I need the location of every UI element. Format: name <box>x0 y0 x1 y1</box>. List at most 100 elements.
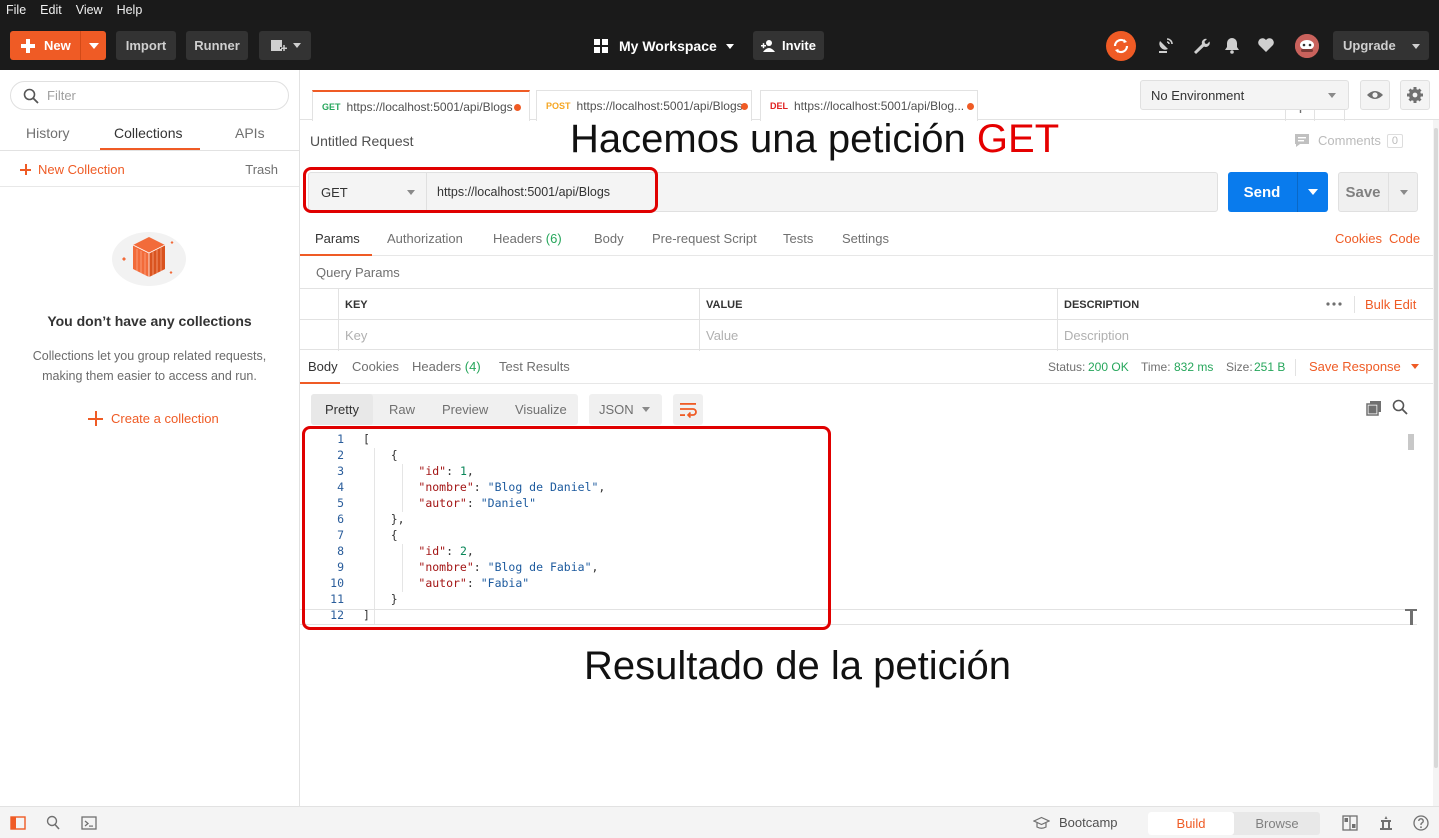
time-value[interactable]: 832 ms <box>1174 360 1213 374</box>
tab-response-cookies[interactable]: Cookies <box>352 359 399 374</box>
save-label: Save <box>1345 183 1381 201</box>
send-dropdown-button[interactable] <box>1297 172 1328 212</box>
manage-environments-button[interactable] <box>1400 80 1430 110</box>
method-badge: DEL <box>770 101 788 111</box>
menu-edit[interactable]: Edit <box>40 3 62 17</box>
chevron-down-icon <box>1308 189 1318 195</box>
format-select[interactable]: JSON <box>589 394 662 425</box>
new-collection-button[interactable]: New Collection <box>20 162 125 177</box>
plus-icon <box>88 411 103 426</box>
search-icon[interactable] <box>1392 399 1408 415</box>
description-input[interactable]: Description <box>1057 320 1433 351</box>
value-input[interactable]: Value <box>699 320 1058 351</box>
build-mode-button[interactable]: Build <box>1148 812 1234 835</box>
view-visualize[interactable]: Visualize <box>515 402 567 417</box>
avatar[interactable] <box>1295 34 1319 58</box>
unsaved-dot-icon <box>967 103 974 110</box>
tab-history[interactable]: History <box>26 125 70 141</box>
two-pane-icon[interactable] <box>1342 815 1358 831</box>
filter-input[interactable]: Filter <box>10 81 289 110</box>
chevron-down-icon <box>1412 44 1420 49</box>
search-icon <box>23 88 39 104</box>
wrap-lines-button[interactable] <box>673 394 703 425</box>
view-preview[interactable]: Preview <box>442 402 488 417</box>
request-title[interactable]: Untitled Request <box>310 133 414 149</box>
tab-authorization[interactable]: Authorization <box>387 231 463 246</box>
tab-settings[interactable]: Settings <box>842 231 889 246</box>
menu-file[interactable]: File <box>6 3 26 17</box>
status-bar: Bootcamp Build Browse <box>0 806 1439 838</box>
create-collection-link[interactable]: Create a collection <box>88 411 219 426</box>
comments-button[interactable]: Comments 0 <box>1294 133 1403 148</box>
sidebar-toggle-icon[interactable] <box>10 815 26 831</box>
status-label: Status: <box>1048 360 1086 374</box>
save-response-button[interactable]: Save Response <box>1309 359 1419 374</box>
environment-quick-look-button[interactable] <box>1360 80 1390 110</box>
tab-test-results[interactable]: Test Results <box>499 359 570 374</box>
sync-icon[interactable] <box>1106 31 1136 61</box>
cookies-link[interactable]: Cookies <box>1335 231 1382 246</box>
keyboard-shortcuts-icon[interactable] <box>1378 815 1394 831</box>
satellite-icon[interactable] <box>1156 35 1176 55</box>
request-tab[interactable]: GET https://localhost:5001/api/Blogs <box>312 90 530 121</box>
wrench-icon[interactable] <box>1191 35 1211 55</box>
upgrade-label: Upgrade <box>1343 38 1396 53</box>
save-response-label: Save Response <box>1309 359 1401 374</box>
tab-params[interactable]: Params <box>315 231 360 246</box>
copy-icon[interactable] <box>1366 400 1382 416</box>
status-value[interactable]: 200 OK <box>1088 360 1129 374</box>
help-icon[interactable] <box>1413 815 1429 831</box>
new-button[interactable]: New <box>10 31 106 60</box>
chevron-down-icon <box>88 42 99 49</box>
new-dropdown-button[interactable] <box>80 31 106 60</box>
tab-headers[interactable]: Headers (6) <box>493 231 562 246</box>
view-pretty[interactable]: Pretty <box>325 402 359 417</box>
sidebar: Filter History Collections APIs New Coll… <box>0 70 300 806</box>
format-value: JSON <box>599 402 634 417</box>
time-label: Time: <box>1141 360 1171 374</box>
bulk-edit-link[interactable]: Bulk Edit <box>1365 297 1416 312</box>
tab-apis[interactable]: APIs <box>235 125 265 141</box>
divider <box>1295 359 1296 376</box>
runner-button[interactable]: Runner <box>186 31 248 60</box>
comments-label: Comments <box>1318 133 1381 148</box>
add-user-icon <box>761 39 776 52</box>
active-tab-indicator <box>300 254 372 256</box>
upgrade-button[interactable]: Upgrade <box>1333 31 1429 60</box>
bootcamp-link[interactable]: Bootcamp <box>1033 815 1118 830</box>
bell-icon[interactable] <box>1222 35 1242 55</box>
scrollbar-thumb[interactable] <box>1434 128 1438 768</box>
new-window-button[interactable] <box>259 31 311 60</box>
save-button[interactable]: Save <box>1338 172 1418 212</box>
menu-help[interactable]: Help <box>117 3 143 17</box>
code-link[interactable]: Code <box>1389 231 1420 246</box>
scrollbar-thumb[interactable] <box>1408 434 1414 450</box>
chevron-down-icon <box>1328 93 1336 98</box>
tab-response-headers[interactable]: Headers (4) <box>412 359 481 374</box>
invite-button[interactable]: Invite <box>753 31 824 60</box>
tab-collections[interactable]: Collections <box>114 125 182 141</box>
send-button[interactable]: Send <box>1228 172 1328 212</box>
response-tabs: Body Cookies Headers (4) Test Results St… <box>300 350 1433 384</box>
collection-box-icon <box>112 232 186 286</box>
view-raw[interactable]: Raw <box>389 402 415 417</box>
save-dropdown-button[interactable] <box>1388 173 1418 211</box>
heart-icon[interactable] <box>1256 35 1276 55</box>
comment-icon <box>1295 134 1309 147</box>
main-scrollbar[interactable] <box>1433 120 1439 806</box>
find-icon[interactable] <box>45 815 61 831</box>
import-button[interactable]: Import <box>116 31 176 60</box>
tab-response-body[interactable]: Body <box>308 359 338 374</box>
console-icon[interactable] <box>81 815 97 831</box>
key-input[interactable]: Key <box>338 320 699 351</box>
environment-selector[interactable]: No Environment <box>1140 80 1349 110</box>
tab-body[interactable]: Body <box>594 231 624 246</box>
menu-view[interactable]: View <box>76 3 103 17</box>
size-value[interactable]: 251 B <box>1254 360 1285 374</box>
workspace-selector[interactable]: My Workspace <box>594 37 734 55</box>
browse-mode-button[interactable]: Browse <box>1234 812 1320 835</box>
tab-prerequest-script[interactable]: Pre-request Script <box>652 231 757 246</box>
trash-link[interactable]: Trash <box>245 162 278 177</box>
tab-tests[interactable]: Tests <box>783 231 813 246</box>
more-icon[interactable] <box>1326 302 1342 306</box>
